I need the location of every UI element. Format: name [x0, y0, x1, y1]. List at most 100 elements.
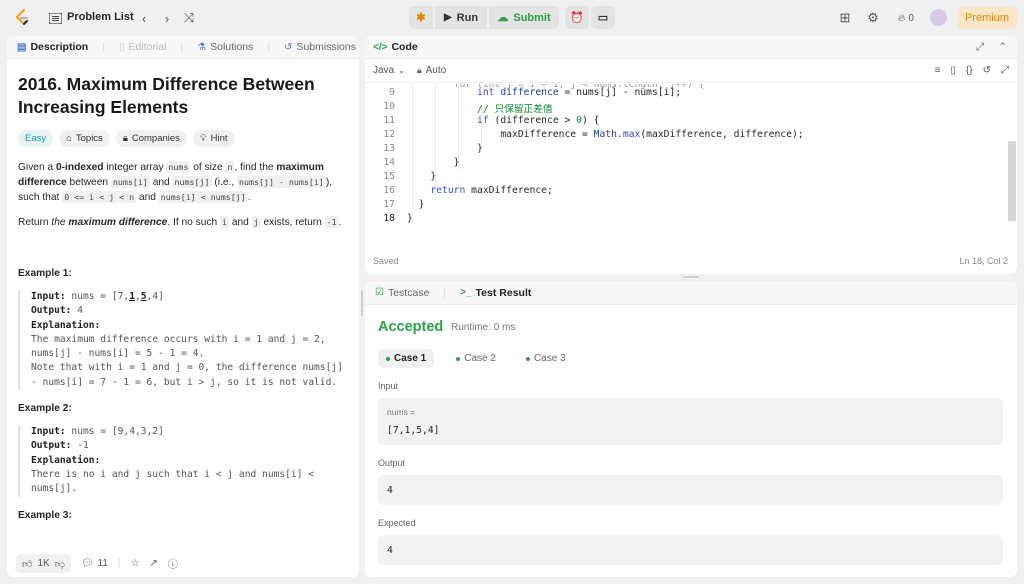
example-1-heading: Example 1:: [18, 268, 72, 279]
notes-button[interactable]: ▭: [591, 6, 615, 29]
bug-icon: ✱: [416, 12, 426, 24]
lightbulb-icon: 💡︎: [199, 133, 207, 144]
hint-label: Hint: [210, 133, 228, 144]
tab-description-label: Description: [30, 41, 89, 53]
code-brackets-icon: </>: [373, 41, 388, 53]
tab-testcase[interactable]: ☑ Testcase: [375, 287, 429, 299]
output-label: Output: [378, 458, 406, 468]
list-icon[interactable]: [46, 9, 64, 27]
code-line: 11 if (difference > 0) {: [383, 115, 600, 126]
topics-chip[interactable]: ⌂ Topics: [59, 130, 110, 147]
problem-statement: Given a 0-indexed integer array nums of …: [18, 161, 333, 203]
history-icon: ↺: [284, 41, 293, 53]
problem-return: Return the maximum difference. If no suc…: [18, 216, 342, 228]
companies-label: Companies: [131, 133, 180, 144]
tab-editorial[interactable]: ▯ Editorial: [119, 41, 166, 53]
note-icon: ▭: [597, 12, 609, 24]
tab-divider: |: [267, 41, 271, 53]
footer-divider: |: [117, 558, 121, 569]
play-icon: ▶: [443, 12, 452, 23]
fire-icon: 🔥︎: [898, 12, 906, 24]
tab-divider: |: [102, 41, 105, 53]
description-tabbar: ▤ Description | ▯ Editorial | ⚗ Solution…: [7, 36, 359, 59]
case-tab-3[interactable]: Case 3: [518, 349, 574, 368]
fire-count: 0: [908, 12, 914, 24]
horizontal-resize-handle[interactable]: [683, 276, 699, 278]
premium-button[interactable]: Premium: [957, 7, 1017, 29]
thumbs-down-icon[interactable]: 👎︎: [55, 558, 65, 570]
settings-gear-icon[interactable]: ⚙: [864, 9, 882, 27]
pass-dot: [525, 356, 530, 361]
share-icon[interactable]: ↗: [150, 558, 158, 569]
tab-code[interactable]: </> Code: [373, 41, 418, 53]
checkbox-icon: ☑: [375, 287, 384, 298]
tab-code-label: Code: [391, 41, 418, 53]
lock-icon: 🔒︎: [122, 133, 128, 144]
result-panel: ☑ Testcase | >_ Test Result Accepted Run…: [365, 281, 1017, 577]
reset-icon[interactable]: ↺: [983, 65, 991, 76]
pass-dot: [386, 356, 390, 361]
star-icon[interactable]: ☆: [131, 558, 140, 569]
companies-chip[interactable]: 🔒︎ Companies: [115, 130, 187, 147]
description-panel: ▤ Description | ▯ Editorial | ⚗ Solution…: [7, 36, 359, 577]
streak-counter[interactable]: 🔥︎ 0: [892, 9, 920, 27]
next-problem-icon[interactable]: ›: [158, 9, 176, 27]
leetcode-logo[interactable]: [14, 9, 30, 27]
code-line: 9 int difference = nums[j] - nums[i];: [389, 87, 682, 98]
output-box: 4: [378, 475, 1003, 505]
timer-button[interactable]: ⏰: [565, 6, 589, 29]
help-icon[interactable]: ⓘ: [168, 556, 178, 571]
chevron-down-icon[interactable]: ⌄: [398, 66, 405, 75]
tab-test-result[interactable]: >_ Test Result: [460, 287, 531, 299]
code-line: 18}: [383, 213, 413, 224]
case-label: Case 1: [394, 353, 427, 364]
vertical-resize-handle[interactable]: [361, 290, 363, 316]
case-tab-2[interactable]: Case 2: [448, 349, 504, 368]
comment-icon[interactable]: 💬︎: [81, 558, 94, 569]
example-3-heading: Example 3:: [18, 509, 72, 521]
output-value: 4: [387, 485, 393, 496]
format-icon[interactable]: ≡: [935, 65, 941, 76]
description-footer: 👍︎ 1K 👎︎ 💬︎ 11 | ☆ ↗ ⓘ: [7, 550, 359, 577]
tab-description[interactable]: ▤ Description: [17, 41, 88, 53]
flask-icon: ⚗: [197, 41, 207, 53]
input-box: nums = [7,1,5,4]: [378, 398, 1003, 445]
code-panel: </> Code ⤢ ⌃ Java ⌄ 🔒︎ Auto ≡ ▯ {} ↺ ⤢ f…: [365, 36, 1017, 274]
problem-list-link[interactable]: Problem List: [67, 11, 134, 23]
tab-divider: |: [443, 286, 447, 299]
avatar[interactable]: [930, 9, 947, 26]
prev-problem-icon[interactable]: ‹: [135, 9, 153, 27]
code-line: 13 }: [383, 143, 483, 154]
run-button[interactable]: ▶ Run: [435, 6, 487, 29]
result-tabbar: ☑ Testcase | >_ Test Result: [365, 281, 1017, 305]
braces-icon[interactable]: {}: [966, 65, 973, 76]
thumbs-up-icon[interactable]: 👍︎: [22, 558, 32, 570]
expected-value: 4: [387, 545, 393, 556]
fullscreen-icon[interactable]: ⤢: [1001, 65, 1009, 76]
comment-count: 11: [97, 558, 108, 569]
debug-button[interactable]: ✱: [409, 6, 433, 29]
bookmark-icon[interactable]: ▯: [950, 65, 956, 76]
editor-scrollbar[interactable]: [1008, 141, 1016, 221]
expected-box: 4: [378, 535, 1003, 565]
tag-icon: ⌂: [66, 133, 72, 144]
code-line: 15 }: [383, 171, 437, 182]
expand-icon[interactable]: ⤢: [976, 41, 984, 54]
hint-chip[interactable]: 💡︎ Hint: [192, 130, 235, 147]
document-icon: ▤: [17, 41, 27, 53]
editor-toolbar: Java ⌄ 🔒︎ Auto ≡ ▯ {} ↺ ⤢: [365, 59, 1017, 83]
code-editor[interactable]: for (int j = i + 1; j < nums.length; j++…: [365, 84, 1005, 234]
autocomplete-mode[interactable]: Auto: [426, 65, 447, 76]
layout-icon[interactable]: ⊞: [836, 9, 854, 27]
submit-button[interactable]: ☁ Submit: [489, 6, 559, 29]
tab-submissions[interactable]: ↺ Submissions: [284, 41, 356, 53]
case-tab-1[interactable]: Case 1: [378, 349, 435, 368]
input-value: [7,1,5,4]: [387, 425, 440, 436]
shuffle-icon[interactable]: ⤨: [180, 9, 198, 27]
tab-test-result-label: Test Result: [475, 286, 532, 299]
problem-description: 2016. Maximum Difference Between Increas…: [18, 73, 348, 521]
collapse-chevron-icon[interactable]: ⌃: [998, 41, 1007, 53]
language-select[interactable]: Java: [373, 65, 394, 76]
tab-solutions[interactable]: ⚗ Solutions: [197, 41, 253, 53]
code-line: 17 }: [383, 199, 425, 210]
